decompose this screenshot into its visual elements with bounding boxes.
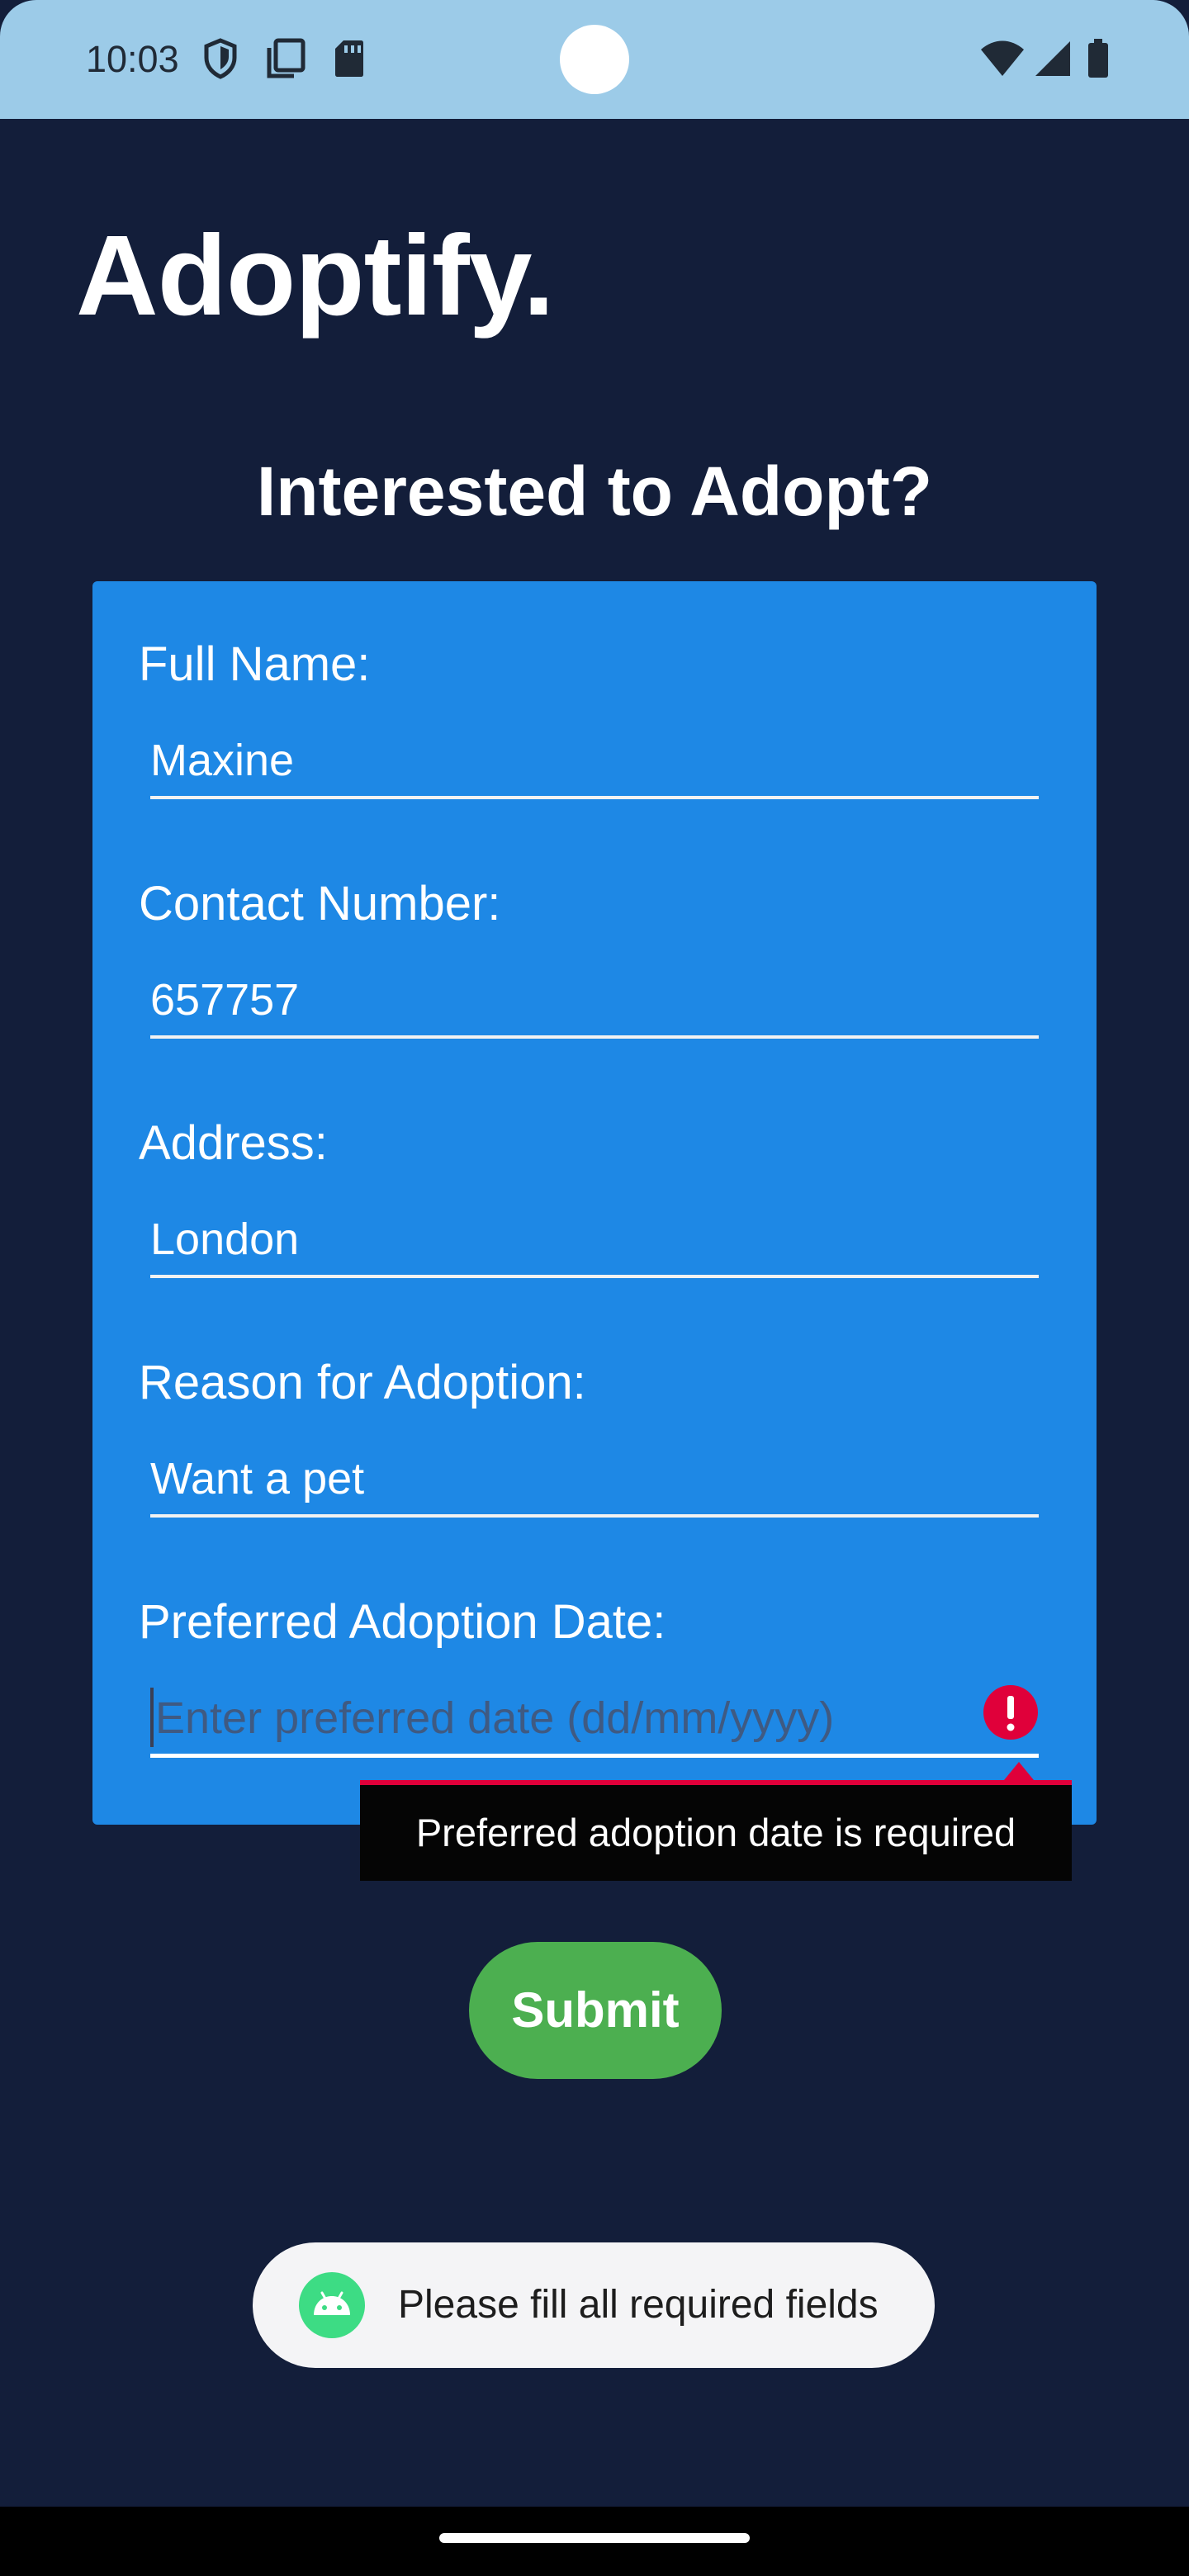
text-cursor <box>150 1688 154 1747</box>
status-time: 10:03 <box>86 38 179 80</box>
address-input[interactable]: London <box>150 1205 1039 1278</box>
reason-input[interactable]: Want a pet <box>150 1445 1039 1518</box>
address-label: Address: <box>139 1116 328 1170</box>
home-handle[interactable] <box>439 2533 750 2543</box>
wifi-icon <box>981 40 1024 76</box>
status-bar: 10:03 <box>0 0 1189 119</box>
tooltip-arrow <box>1004 1762 1034 1780</box>
cell-signal-icon <box>1035 41 1070 76</box>
preferred-date-placeholder: Enter preferred date (dd/mm/yyyy) <box>155 1693 835 1743</box>
contact-number-label: Contact Number: <box>139 877 501 930</box>
shield-icon <box>204 38 237 79</box>
submit-button[interactable]: Submit <box>469 1942 722 2079</box>
sd-card-icon <box>335 40 363 77</box>
error-message: Preferred adoption date is required <box>415 1811 1016 1854</box>
preferred-date-input[interactable]: Enter preferred date (dd/mm/yyyy) <box>150 1684 1039 1758</box>
full-name-input[interactable]: Maxine <box>150 727 1039 799</box>
full-name-label: Full Name: <box>139 637 371 691</box>
reason-value: Want a pet <box>150 1454 365 1503</box>
contact-number-value: 657757 <box>150 975 300 1025</box>
adoption-form-card: Full Name: Maxine Contact Number: 657757… <box>92 581 1097 1825</box>
contact-number-input[interactable]: 657757 <box>150 966 1039 1039</box>
screen-copy-icon <box>267 38 306 78</box>
android-icon <box>299 2272 365 2338</box>
form-heading: Interested to Adopt? <box>256 452 933 530</box>
battery-icon <box>1088 39 1108 78</box>
navigation-bar <box>0 2507 1189 2576</box>
error-tooltip: Preferred adoption date is required <box>360 1780 1072 1881</box>
toast: Please fill all required fields <box>253 2242 935 2368</box>
camera-cutout <box>560 25 629 94</box>
error-icon[interactable] <box>983 1684 1039 1740</box>
full-name-value: Maxine <box>150 736 295 785</box>
toast-message: Please fill all required fields <box>398 2283 879 2327</box>
reason-label: Reason for Adoption: <box>139 1356 586 1409</box>
preferred-date-label: Preferred Adoption Date: <box>139 1595 666 1649</box>
app-title: Adoptify. <box>76 212 555 339</box>
address-value: London <box>150 1215 300 1264</box>
